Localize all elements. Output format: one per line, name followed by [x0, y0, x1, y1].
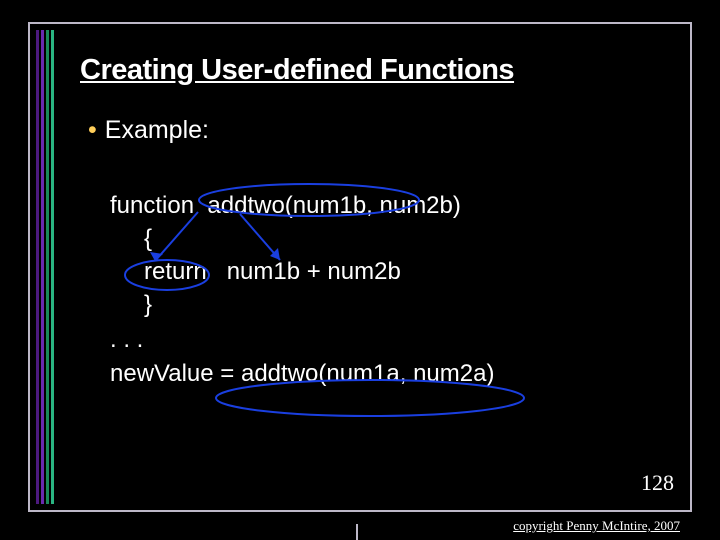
bullet-dot-icon: • — [88, 116, 97, 144]
bottom-tick-mark — [356, 524, 358, 540]
slide-frame: Creating User-defined Functions • Example… — [28, 22, 692, 512]
code-line-2: { — [110, 222, 494, 255]
code-line-1: function addtwo(num1b, num2b) — [110, 189, 494, 222]
code-line-5: . . . — [110, 323, 494, 356]
code-line-3: return num1b + num2b — [110, 255, 494, 288]
slide-title: Creating User-defined Functions — [80, 54, 670, 87]
bullet-label: Example: — [105, 116, 209, 144]
page-number: 128 — [641, 470, 674, 496]
example-bullet: • Example: — [88, 116, 209, 145]
code-line-4: } — [110, 288, 494, 321]
code-example: function addtwo(num1b, num2b) { return n… — [110, 189, 494, 390]
copyright-text: copyright Penny McIntire, 2007 — [513, 518, 680, 534]
left-accent-stripes — [36, 30, 56, 504]
code-line-6: newValue = addtwo(num1a, num2a) — [110, 357, 494, 390]
